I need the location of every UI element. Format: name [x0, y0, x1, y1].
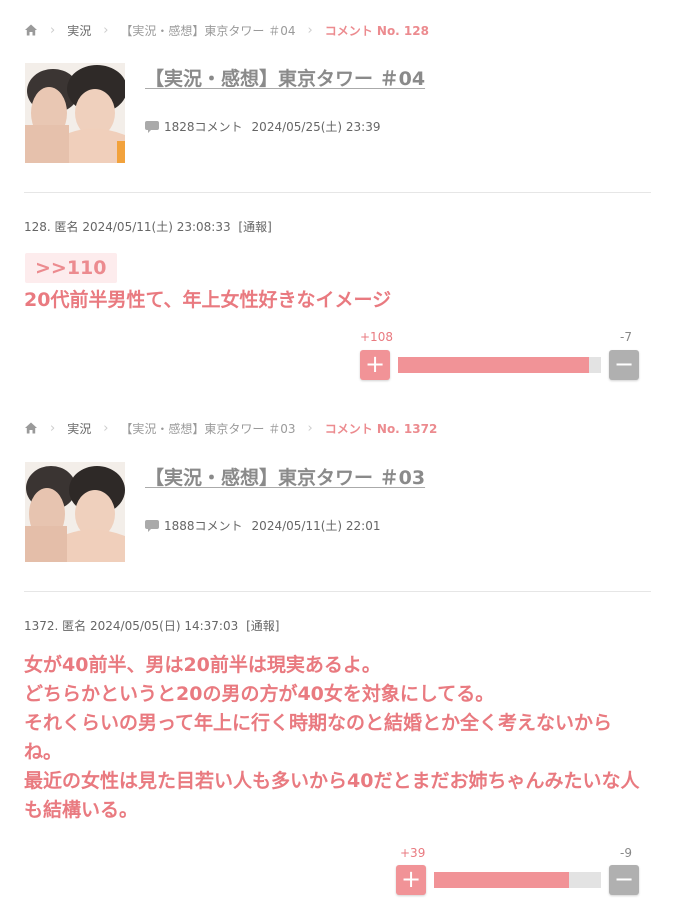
comment-line: それくらいの男って年上に行く時期なのと結婚とか全く考えないからね。 [24, 712, 613, 763]
divider [24, 591, 651, 592]
plus-vote-count: +39 [400, 846, 426, 860]
breadcrumb-topic[interactable]: 【実況・感想】東京タワー ＃03 [120, 420, 295, 437]
vote-ratio-bar [434, 872, 601, 888]
breadcrumb-current: コメント No. 1372 [324, 421, 438, 436]
report-link[interactable]: [通報] [246, 619, 279, 633]
chevron-right-icon: › [103, 420, 109, 436]
topic-date: 2024/05/11(土) 22:01 [251, 519, 381, 533]
comment-line: どちらかというと20の男の方が40女を対象にしてる。 [24, 683, 495, 705]
vote-ratio-fill [434, 872, 570, 888]
chevron-right-icon: › [307, 420, 313, 436]
plus-vote-button[interactable]: + [396, 865, 426, 895]
topic-meta: 1888コメント 2024/05/11(土) 22:01 [145, 517, 380, 534]
minus-vote-count: -9 [620, 846, 632, 860]
topic-comment-count: 1888コメント [164, 519, 243, 533]
chevron-right-icon: › [50, 420, 56, 436]
comment-header: 1372. 匿名 2024/05/05(日) 14:37:03 [通報] [24, 617, 279, 634]
comment-section-2: › 実況 › 【実況・感想】東京タワー ＃03 › コメント No. 1372 … [0, 0, 676, 914]
breadcrumb-category[interactable]: 実況 [67, 420, 91, 437]
topic-thumbnail[interactable] [25, 462, 125, 562]
speech-bubble-icon [145, 519, 159, 532]
topic-title-link[interactable]: 【実況・感想】東京タワー ＃03 [145, 463, 425, 490]
minus-vote-button[interactable]: − [609, 865, 639, 895]
breadcrumb: › 実況 › 【実況・感想】東京タワー ＃03 › コメント No. 1372 [24, 420, 437, 436]
home-icon[interactable] [24, 421, 38, 435]
comment-body: 女が40前半、男は20前半は現実あるよ。 どちらかというと20の男の方が40女を… [24, 651, 649, 825]
comment-line: 女が40前半、男は20前半は現実あるよ。 [24, 654, 381, 676]
comment-meta: 1372. 匿名 2024/05/05(日) 14:37:03 [24, 619, 239, 633]
comment-line: 最近の女性は見た目若い人も多いから40だとまだお姉ちゃんみたいな人も結構いる。 [24, 770, 640, 821]
